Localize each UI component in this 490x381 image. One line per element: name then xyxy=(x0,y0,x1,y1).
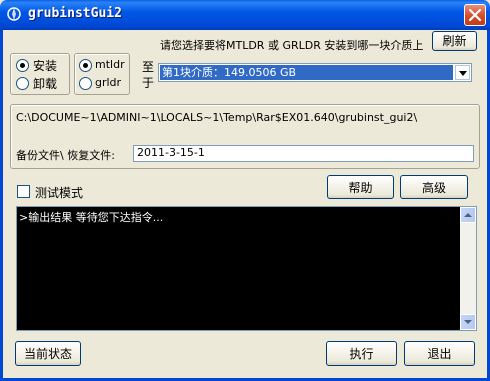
target-instruction: 请您选择要将MTLDR 或 GRLDR 安装到哪一块介质上 xyxy=(160,39,424,52)
app-icon xyxy=(7,7,21,21)
test-mode-checkbox[interactable] xyxy=(17,185,30,198)
temp-path: C:\DOCUME~1\ADMINI~1\LOCALS~1\Temp\Rar$E… xyxy=(16,111,418,124)
mtldr-radio[interactable] xyxy=(79,59,92,72)
status-button[interactable]: 当前状态 xyxy=(15,341,81,366)
grldr-label[interactable]: grldr xyxy=(95,76,121,89)
install-label[interactable]: 安装 xyxy=(33,57,57,74)
uninstall-label[interactable]: 卸载 xyxy=(33,75,57,92)
title-bar[interactable]: grubinstGui2 xyxy=(0,0,490,30)
chevron-down-icon[interactable] xyxy=(455,65,470,80)
exit-button[interactable]: 退出 xyxy=(404,341,475,366)
refresh-button[interactable]: 刷新 xyxy=(432,31,477,51)
media-select-value: 第1块介质：149.0506 GB xyxy=(160,65,453,80)
window-frame-left xyxy=(0,30,3,381)
close-button[interactable] xyxy=(464,4,486,26)
close-icon xyxy=(468,8,482,22)
grldr-radio[interactable] xyxy=(79,77,92,90)
output-text: >输出结果 等待您下达指令... xyxy=(19,211,164,224)
scroll-up-icon[interactable] xyxy=(460,207,476,223)
backup-field[interactable]: 2011-3-15-1 xyxy=(133,145,474,162)
install-radio[interactable] xyxy=(16,59,29,72)
output-scrollbar[interactable] xyxy=(460,207,476,330)
to-label-2: 于 xyxy=(142,76,155,90)
to-label-1: 至 xyxy=(142,60,155,74)
backup-label: 备份文件\ 恢复文件: xyxy=(16,149,115,162)
test-mode-label[interactable]: 测试模式 xyxy=(35,184,83,201)
help-button[interactable]: 帮助 xyxy=(327,175,394,199)
media-select[interactable]: 第1块介质：149.0506 GB xyxy=(158,63,472,82)
output-console[interactable]: >输出结果 等待您下达指令... xyxy=(16,206,477,331)
window-title: grubinstGui2 xyxy=(28,6,122,21)
uninstall-radio[interactable] xyxy=(16,77,29,90)
execute-button[interactable]: 执行 xyxy=(326,341,397,366)
scroll-down-icon[interactable] xyxy=(460,314,476,330)
mtldr-label[interactable]: mtldr xyxy=(95,58,125,71)
advanced-button[interactable]: 高级 xyxy=(400,175,468,199)
